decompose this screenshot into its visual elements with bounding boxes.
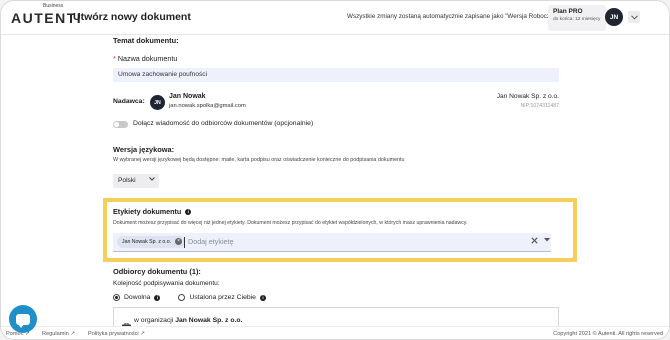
sender-name: Jan Nowak <box>169 93 206 100</box>
chat-bubble-icon <box>16 313 30 328</box>
document-name-label-text: Nazwa dokumentu <box>117 54 178 63</box>
language-select[interactable]: Polski <box>113 174 159 188</box>
info-icon[interactable]: i <box>259 294 266 301</box>
chevron-down-icon <box>149 177 155 183</box>
info-icon[interactable]: i <box>185 208 192 215</box>
signing-order-label: Kolejność podpisywania dokumentu: <box>113 280 220 287</box>
recipients-section-title: Odbiorcy dokumentu (1): <box>113 267 201 276</box>
sender-company: Jan Nowak Sp. z o.o. <box>496 93 559 100</box>
footer-link-terms[interactable]: Regulamin ↗ <box>42 331 75 337</box>
user-menu-chevron-down-icon[interactable] <box>628 11 640 23</box>
document-name-label: * Nazwa dokumentu <box>113 54 177 63</box>
radio-any-order[interactable] <box>113 294 120 301</box>
plan-badge[interactable]: Plan PRO do końca: 12 miesięcy <box>548 5 606 31</box>
language-section-title: Wersja językowa: <box>113 145 175 154</box>
remove-chip-icon[interactable]: × <box>175 238 183 245</box>
logo-business-label: Business <box>43 3 64 9</box>
organization-prefix: w organizacji <box>134 317 174 324</box>
add-label-placeholder: Dodaj etykietę <box>188 237 234 246</box>
footer: Pomoc ↗ Regulamin ↗ Polityka prywatności… <box>1 326 669 339</box>
topic-section-title: Temat dokumentu: <box>113 36 179 45</box>
option-fixed-label: Ustalona przez Ciebie <box>189 294 256 301</box>
option-any-label: Dowolna <box>124 294 151 301</box>
sender-nip: NIP:1074311487 <box>520 103 559 109</box>
autosave-notice: Wszystkie zmiany zostaną automatycznie z… <box>347 13 556 20</box>
document-name-input[interactable]: Umowa zachowanie poufności <box>113 68 559 82</box>
user-avatar[interactable]: JN <box>605 8 623 26</box>
radio-fixed-order[interactable] <box>178 294 186 301</box>
plan-expiry: do końca: 12 miesięcy <box>553 17 601 22</box>
terms-link-text: Regulamin <box>42 331 69 337</box>
attach-message-toggle[interactable] <box>113 121 128 128</box>
top-bar: Business AUTENTI Utwórz nowy dokument Ws… <box>1 1 669 35</box>
label-chip-text: Jan Nowak Sp. z o.o. <box>122 239 172 245</box>
logo-wordmark: AUTENTI <box>11 10 83 26</box>
dropdown-caret-icon[interactable] <box>544 238 550 244</box>
autenti-logo[interactable]: Business AUTENTI <box>11 3 83 28</box>
labels-tag-input[interactable]: Jan Nowak Sp. z o.o. × Dodaj etykietę <box>113 233 551 252</box>
sender-email: jan.nowak.spolka@gmail.com <box>169 103 246 109</box>
labels-title-row: Etykiety dokumentu i <box>113 207 567 216</box>
text-cursor <box>184 237 185 248</box>
external-link-icon: ↗ <box>70 331 75 337</box>
footer-link-privacy[interactable]: Polityka prywatności ↗ <box>88 331 145 337</box>
required-mark: * <box>113 54 116 63</box>
app-window: Business AUTENTI Utwórz nowy dokument Ws… <box>0 0 670 340</box>
sender-label: Nadawca: <box>113 98 145 105</box>
document-labels-panel: Etykiety dokumentu i Dokument możesz prz… <box>103 198 577 262</box>
sender-avatar: JN <box>150 95 165 110</box>
copyright-text: Copyright 2021 © Autenti. All rights res… <box>553 331 663 337</box>
info-icon[interactable]: i <box>154 294 161 301</box>
labels-section-title: Etykiety dokumentu <box>113 207 182 216</box>
attach-message-label: Dołącz wiadomość do odbiorców dokumentów… <box>133 120 314 127</box>
organization-name: Jan Nowak Sp. z o.o. <box>175 317 243 324</box>
labels-description: Dokument możesz przypisać do więcej niż … <box>113 220 468 226</box>
privacy-link-text: Polityka prywatności <box>88 331 139 337</box>
signing-order-options: Dowolna i Ustalona przez Ciebie i <box>113 294 266 301</box>
language-description: W wybranej wersji językowej będą dostępn… <box>113 157 405 163</box>
organization-line: w organizacji Jan Nowak Sp. z o.o. <box>134 317 242 324</box>
sender-row: Nadawca: JN Jan Nowak jan.nowak.spolka@g… <box>113 93 563 117</box>
language-selected-value: Polski <box>118 177 136 184</box>
external-link-icon: ↗ <box>140 331 145 337</box>
label-chip[interactable]: Jan Nowak Sp. z o.o. × <box>117 236 186 248</box>
clear-icon[interactable] <box>531 236 538 246</box>
chat-support-button[interactable] <box>9 305 37 333</box>
page-title: Utwórz nowy dokument <box>73 11 191 23</box>
plan-name: Plan PRO <box>553 8 583 15</box>
